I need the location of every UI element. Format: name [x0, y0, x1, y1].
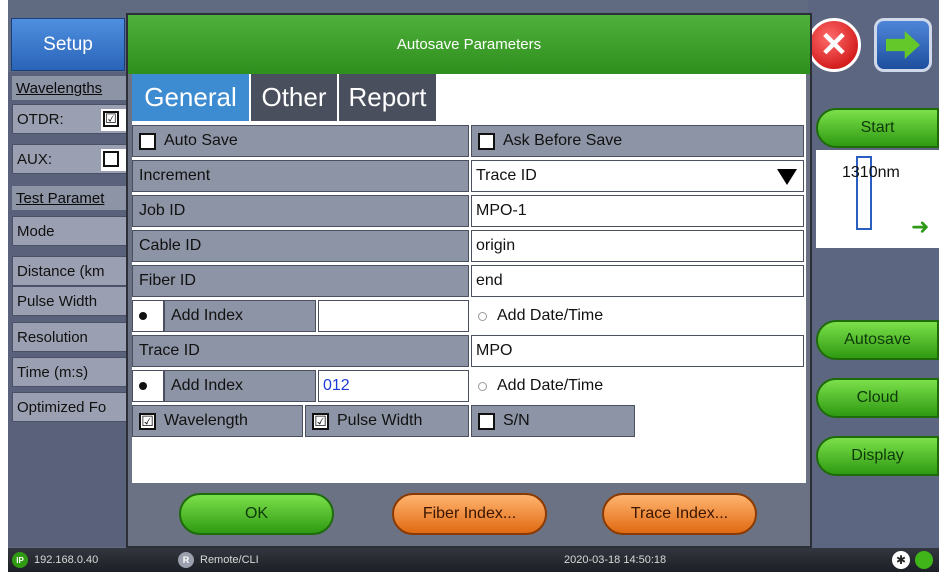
- trace-id-label: Trace ID: [132, 335, 469, 367]
- autosave-parameters-dialog: Autosave Parameters General Other Report…: [126, 13, 812, 548]
- fiber-add-datetime-radio[interactable]: Add Date/Time: [471, 300, 804, 332]
- device-screen: Setup Wavelengths OTDR: ☑ AUX: Test Para…: [8, 0, 939, 572]
- pulse-width-label: Pulse Width: [337, 412, 423, 429]
- wavelengths-header: Wavelengths: [12, 76, 128, 100]
- auto-save-label: Auto Save: [164, 132, 238, 149]
- trace-id-field[interactable]: MPO: [471, 335, 804, 367]
- auto-save-check-box[interactable]: [139, 132, 156, 150]
- auto-save-checkbox[interactable]: Auto Save: [132, 125, 469, 157]
- tab-report[interactable]: Report: [339, 74, 436, 121]
- trace-add-index-field[interactable]: 012: [318, 370, 469, 402]
- aux-row[interactable]: AUX:: [12, 144, 128, 174]
- radio-unselected-icon[interactable]: [478, 311, 487, 321]
- arrow-right-icon[interactable]: [874, 18, 932, 72]
- fiber-id-field[interactable]: end: [471, 265, 804, 297]
- ask-before-save-check-box[interactable]: [478, 132, 495, 150]
- status-indicator-icon: [915, 551, 933, 569]
- pulse-width-check-box[interactable]: ☑: [312, 412, 329, 430]
- wavelength-label: 1310nm: [842, 164, 900, 181]
- job-id-label: Job ID: [132, 195, 469, 227]
- otdr-row[interactable]: OTDR: ☑: [12, 104, 128, 134]
- increment-label: Increment: [132, 160, 469, 192]
- triangle-down-icon[interactable]: [777, 169, 797, 185]
- distance-row[interactable]: Distance (km: [12, 256, 128, 286]
- mode-row[interactable]: Mode: [12, 216, 128, 246]
- sn-check-box[interactable]: [478, 412, 495, 430]
- ip-address: 192.168.0.40: [34, 554, 99, 566]
- remote-icon: R: [178, 552, 194, 568]
- time-row[interactable]: Time (m:s): [12, 357, 128, 387]
- refresh-arrow-icon[interactable]: ➜: [911, 214, 929, 240]
- increment-value: Trace ID: [476, 167, 537, 184]
- aux-label: AUX:: [17, 150, 53, 168]
- radio-selected-icon[interactable]: [139, 312, 147, 320]
- aux-checkbox-area[interactable]: [101, 149, 127, 171]
- fiber-id-label: Fiber ID: [132, 265, 469, 297]
- cloud-button[interactable]: Cloud: [816, 378, 939, 418]
- fiber-add-datetime-label: Add Date/Time: [497, 307, 604, 324]
- sn-checkbox[interactable]: S/N: [471, 405, 635, 437]
- left-settings-panel: Wavelengths OTDR: ☑ AUX: Test Paramet Mo…: [8, 72, 128, 547]
- fiber-add-index-radio[interactable]: [132, 300, 164, 332]
- ip-icon: IP: [12, 552, 28, 568]
- tab-general[interactable]: General: [132, 74, 249, 121]
- radio-unselected-icon[interactable]: [478, 381, 487, 391]
- pulse-width-checkbox[interactable]: ☑ Pulse Width: [305, 405, 469, 437]
- dialog-tabs: General Other Report: [132, 74, 806, 121]
- otdr-checkbox-area[interactable]: ☑: [101, 109, 127, 131]
- cable-id-label: Cable ID: [132, 230, 469, 262]
- trace-add-index-radio[interactable]: [132, 370, 164, 402]
- fiber-index-button[interactable]: Fiber Index...: [392, 493, 547, 535]
- autosave-button[interactable]: Autosave: [816, 320, 939, 360]
- settings-icon[interactable]: ✱: [892, 551, 910, 569]
- otdr-label: OTDR:: [17, 110, 64, 128]
- increment-dropdown[interactable]: Trace ID: [471, 160, 804, 192]
- tab-other[interactable]: Other: [251, 74, 337, 121]
- aux-checkbox[interactable]: [103, 151, 119, 167]
- wavelength-checkbox[interactable]: ☑ Wavelength: [132, 405, 303, 437]
- trace-add-datetime-label: Add Date/Time: [497, 377, 604, 394]
- test-parameters-header: Test Paramet: [12, 186, 128, 210]
- resolution-row[interactable]: Resolution: [12, 322, 128, 352]
- display-button[interactable]: Display: [816, 436, 939, 476]
- ask-before-save-checkbox[interactable]: Ask Before Save: [471, 125, 804, 157]
- radio-selected-icon[interactable]: [139, 382, 147, 390]
- remote-status: Remote/CLI: [200, 554, 259, 566]
- dialog-footer: OK Fiber Index... Trace Index...: [132, 483, 806, 546]
- dialog-title: Autosave Parameters: [128, 15, 810, 74]
- wavelength-indicator: 1310nm ➜: [816, 150, 939, 248]
- cable-id-field[interactable]: origin: [471, 230, 804, 262]
- ok-button[interactable]: OK: [179, 493, 334, 535]
- status-bar: IP 192.168.0.40 R Remote/CLI 2020-03-18 …: [8, 548, 939, 572]
- wavelength-check-box[interactable]: ☑: [139, 412, 156, 430]
- trace-add-datetime-radio[interactable]: Add Date/Time: [471, 370, 804, 402]
- optimized-for-row[interactable]: Optimized Fo: [12, 392, 128, 422]
- setup-tab[interactable]: Setup: [11, 18, 125, 71]
- pulse-width-row[interactable]: Pulse Width: [12, 286, 128, 316]
- otdr-checkbox[interactable]: ☑: [103, 111, 119, 127]
- trace-index-button[interactable]: Trace Index...: [602, 493, 757, 535]
- trace-add-index-label: Add Index: [164, 370, 316, 402]
- close-icon[interactable]: ✕: [807, 18, 861, 72]
- datetime: 2020-03-18 14:50:18: [564, 554, 667, 566]
- sn-label: S/N: [503, 412, 530, 429]
- job-id-field[interactable]: MPO-1: [471, 195, 804, 227]
- start-button[interactable]: Start: [816, 108, 939, 148]
- general-settings-form: Auto Save Ask Before Save Increment Trac…: [132, 121, 806, 483]
- ask-before-save-label: Ask Before Save: [503, 132, 623, 149]
- fiber-add-index-field[interactable]: [318, 300, 469, 332]
- arrow-glyph: [886, 31, 920, 59]
- fiber-add-index-label: Add Index: [164, 300, 316, 332]
- wavelength-label: Wavelength: [164, 412, 248, 429]
